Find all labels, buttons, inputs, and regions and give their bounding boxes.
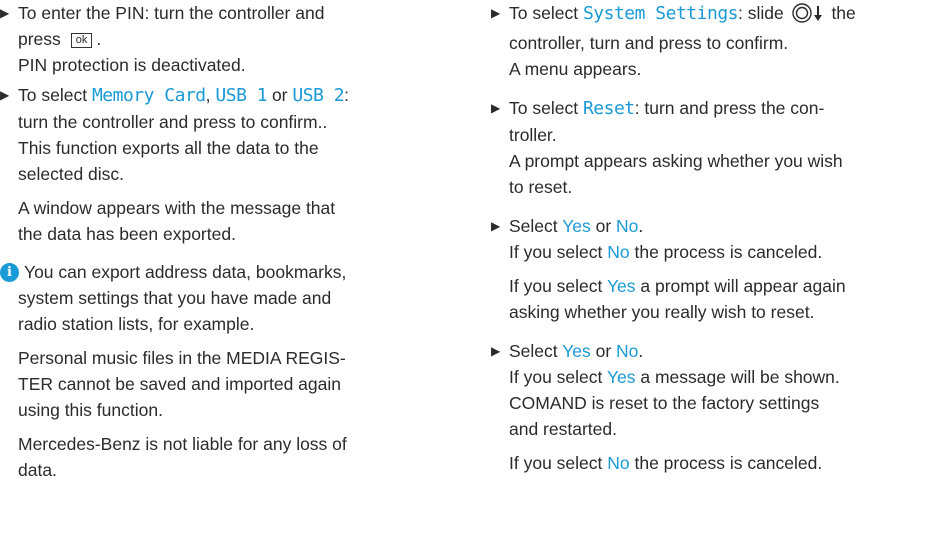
- info-text: Mercedes-Benz is not liable for any loss…: [18, 434, 347, 454]
- step-result: to reset.: [509, 177, 573, 197]
- step-bullet-icon: ▶: [491, 6, 501, 20]
- step-text: Select Yes or No.: [509, 216, 644, 236]
- option-yes: Yes: [562, 341, 591, 361]
- step-result: A menu appears.: [509, 59, 642, 79]
- step-result: COMAND is reset to the factory settings: [509, 393, 820, 413]
- info-text: system settings that you have made and: [18, 288, 332, 308]
- option-yes: Yes: [606, 276, 636, 296]
- step-result: PIN protection is deactivated.: [18, 55, 246, 75]
- option-yes: Yes: [562, 216, 591, 236]
- ok-key-icon: ok: [70, 33, 93, 48]
- option-system-settings: System Settings: [582, 3, 739, 24]
- step-result: If you select No the process is canceled…: [509, 453, 823, 473]
- step-confirm-second: ▶ Select Yes or No. If you select Yes a …: [491, 338, 951, 476]
- option-yes: Yes: [606, 367, 636, 387]
- step-result: If you select No the process is canceled…: [509, 242, 823, 262]
- info-text: Personal music files in the MEDIA REGIS-: [18, 348, 346, 368]
- step-result: and restarted.: [509, 419, 617, 439]
- step-text: press ok.: [18, 29, 102, 49]
- option-no: No: [607, 242, 630, 262]
- step-bullet-icon: ▶: [0, 88, 10, 102]
- step-text: controller, turn and press to confirm.: [509, 33, 789, 53]
- controller-slide-down-icon: [791, 3, 825, 30]
- option-usb2: USB 2: [292, 85, 345, 106]
- step-select-system-settings: ▶ To select System Settings: slide the c…: [491, 0, 951, 82]
- step-result: asking whether you really wish to reset.: [509, 302, 815, 322]
- step-select-target: ▶ To select Memory Card, USB 1 or USB 2:…: [0, 82, 458, 247]
- step-result: the data has been exported.: [18, 224, 236, 244]
- step-select-reset: ▶ To select Reset: turn and press the co…: [491, 95, 951, 200]
- info-note: i You can export address data, bookmarks…: [0, 259, 458, 483]
- manual-page: ▶ To enter the PIN: turn the controller …: [0, 0, 951, 538]
- step-result: A prompt appears asking whether you wish: [509, 151, 843, 171]
- step-text: selected disc.: [18, 164, 125, 184]
- option-no: No: [607, 453, 630, 473]
- step-result: If you select Yes a prompt will appear a…: [509, 276, 846, 296]
- info-text: radio station lists, for example.: [18, 314, 255, 334]
- step-text: To select Reset: turn and press the con-: [509, 98, 825, 119]
- step-result: If you select Yes a message will be show…: [509, 367, 840, 387]
- info-icon: i: [0, 263, 19, 282]
- step-text: turn the controller and press to confirm…: [18, 112, 328, 132]
- option-memory-card: Memory Card: [91, 85, 206, 106]
- option-no: No: [616, 216, 639, 236]
- step-text: Select Yes or No.: [509, 341, 644, 361]
- step-confirm-first: ▶ Select Yes or No. If you select No the…: [491, 213, 951, 325]
- option-no: No: [616, 341, 639, 361]
- info-text: data.: [18, 460, 57, 480]
- info-text: TER cannot be saved and imported again: [18, 374, 341, 394]
- right-column: ▶ To select System Settings: slide the c…: [491, 0, 951, 476]
- step-text: troller.: [509, 125, 557, 145]
- info-text: You can export address data, bookmarks,: [24, 262, 347, 282]
- option-reset: Reset: [582, 98, 635, 119]
- step-bullet-icon: ▶: [491, 101, 501, 115]
- step-text: To select System Settings: slide the: [509, 0, 951, 30]
- step-enter-pin: ▶ To enter the PIN: turn the controller …: [0, 0, 458, 78]
- left-column: ▶ To enter the PIN: turn the controller …: [0, 0, 458, 483]
- step-text: To enter the PIN: turn the controller an…: [18, 3, 325, 23]
- step-text: To select Memory Card, USB 1 or USB 2:: [18, 85, 349, 106]
- step-bullet-icon: ▶: [491, 344, 501, 358]
- option-usb1: USB 1: [215, 85, 268, 106]
- step-result: A window appears with the message that: [18, 198, 336, 218]
- info-text: using this function.: [18, 400, 163, 420]
- step-text: This function exports all the data to th…: [18, 138, 319, 158]
- step-bullet-icon: ▶: [0, 6, 10, 20]
- step-bullet-icon: ▶: [491, 219, 501, 233]
